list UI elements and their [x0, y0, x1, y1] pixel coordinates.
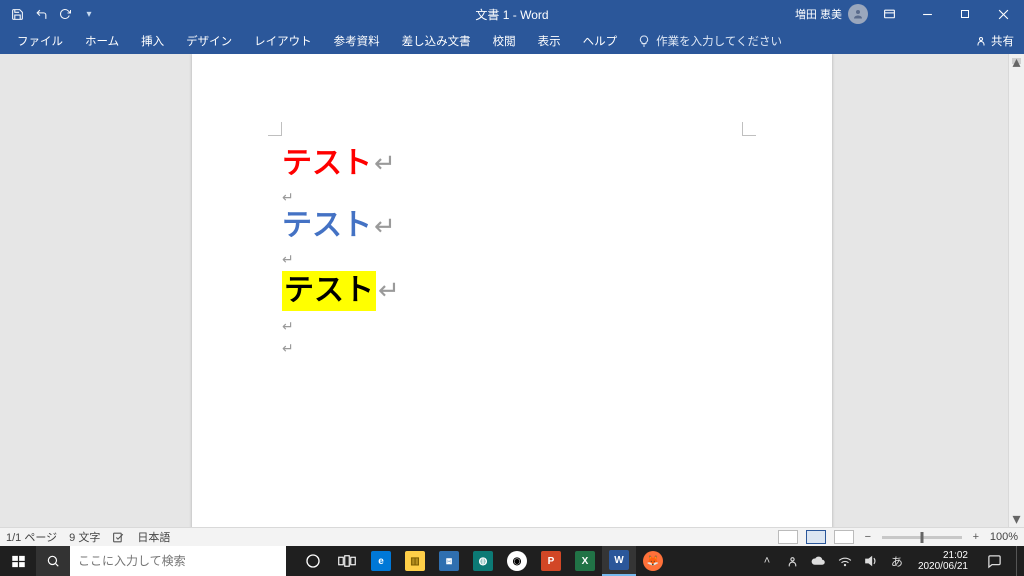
ime-indicator[interactable]: あ — [888, 553, 906, 570]
tab-help[interactable]: ヘルプ — [572, 28, 629, 54]
action-center-icon[interactable] — [980, 546, 1008, 576]
taskbar-search-input[interactable] — [70, 546, 286, 576]
tab-layout[interactable]: レイアウト — [243, 28, 323, 54]
tab-mailings[interactable]: 差し込み文書 — [391, 28, 482, 54]
zoom-in-icon[interactable]: + — [970, 531, 982, 543]
avatar-icon[interactable] — [848, 4, 868, 24]
tray-onedrive-icon[interactable] — [810, 556, 828, 566]
paragraph-mark-icon: ↵ — [374, 148, 396, 179]
close-icon[interactable] — [986, 0, 1020, 28]
margin-corner-icon — [268, 122, 282, 136]
spellcheck-icon[interactable] — [112, 531, 125, 544]
tray-date: 2020/06/21 — [918, 561, 968, 572]
taskbar-apps: e ▥ ⧈ ◍ ◉ P X W 🦊 — [296, 546, 670, 576]
margin-corner-icon — [742, 122, 756, 136]
app-word[interactable]: W — [602, 546, 636, 576]
view-print-layout[interactable] — [806, 530, 826, 544]
zoom-percent[interactable]: 100% — [990, 531, 1018, 543]
text-line[interactable]: テスト ↵ — [282, 146, 742, 182]
paragraph-mark-icon: ↵ — [282, 248, 742, 270]
search-icon — [36, 546, 70, 576]
system-tray: ˄ あ 21:02 2020/06/21 — [758, 546, 1024, 576]
taskview-icon[interactable] — [330, 546, 364, 576]
share-label: 共有 — [991, 33, 1014, 49]
redo-icon[interactable] — [54, 3, 76, 25]
tab-review[interactable]: 校閲 — [482, 28, 527, 54]
tab-design[interactable]: デザイン — [175, 28, 243, 54]
app-powerpoint[interactable]: P — [534, 546, 568, 576]
tell-me-placeholder: 作業を入力してください — [656, 33, 782, 49]
page[interactable]: テスト ↵ ↵ テスト ↵ ↵ テスト ↵ ↵ ↵ — [192, 54, 832, 527]
tell-me-search[interactable]: 作業を入力してください — [628, 33, 782, 49]
show-desktop[interactable] — [1016, 546, 1022, 576]
tab-insert[interactable]: 挿入 — [130, 28, 175, 54]
account-name[interactable]: 増田 恵美 — [795, 6, 842, 22]
text-line[interactable]: テスト ↵ — [282, 208, 742, 244]
windows-taskbar: e ▥ ⧈ ◍ ◉ P X W 🦊 ˄ あ 21:02 2020/06/21 — [0, 546, 1024, 576]
lightbulb-icon — [638, 35, 650, 47]
tray-volume-icon[interactable] — [862, 555, 880, 567]
tray-network-icon[interactable] — [836, 555, 854, 567]
tray-time: 21:02 — [918, 550, 968, 561]
scroll-down-icon[interactable]: ▾ — [1009, 511, 1024, 527]
view-read-mode[interactable] — [778, 530, 798, 544]
windows-icon — [11, 554, 26, 569]
titlebar: ▾ 文書 1 - Word 増田 恵美 — [0, 0, 1024, 28]
minimize-icon[interactable] — [910, 0, 944, 28]
app-edge[interactable]: e — [364, 546, 398, 576]
cortana-icon[interactable] — [296, 546, 330, 576]
language-indicator[interactable]: 日本語 — [137, 529, 170, 545]
ribbon-tabs: ファイル ホーム 挿入 デザイン レイアウト 参考資料 差し込み文書 校閲 表示… — [0, 28, 1024, 54]
zoom-slider[interactable] — [882, 536, 962, 539]
share-icon — [975, 35, 987, 47]
text-line[interactable]: テスト ↵ — [282, 271, 742, 311]
taskbar-search[interactable] — [36, 546, 286, 576]
document-title: 文書 1 - Word — [475, 6, 548, 23]
zoom-out-icon[interactable]: − — [862, 531, 874, 543]
paragraph-mark-icon: ↵ — [282, 337, 742, 359]
tray-people-icon[interactable] — [784, 555, 802, 568]
tab-view[interactable]: 表示 — [527, 28, 572, 54]
paragraph-mark-icon: ↵ — [282, 186, 742, 208]
scroll-up-icon[interactable]: ▴ — [1009, 54, 1024, 70]
start-button[interactable] — [0, 546, 36, 576]
document-body[interactable]: テスト ↵ ↵ テスト ↵ ↵ テスト ↵ ↵ ↵ — [282, 146, 742, 360]
app-excel[interactable]: X — [568, 546, 602, 576]
app-unknown[interactable]: ◍ — [466, 546, 500, 576]
zoom-slider-thumb[interactable] — [920, 532, 923, 543]
tab-home[interactable]: ホーム — [74, 28, 130, 54]
paragraph-mark-icon: ↵ — [378, 275, 400, 306]
undo-icon[interactable] — [30, 3, 52, 25]
page-indicator[interactable]: 1/1 ページ — [6, 529, 57, 545]
qat-customize-icon[interactable]: ▾ — [78, 3, 100, 25]
word-count[interactable]: 9 文字 — [69, 529, 100, 545]
paragraph-mark-icon: ↵ — [282, 315, 742, 337]
vertical-scrollbar[interactable]: ▴ ▾ — [1008, 54, 1024, 527]
maximize-icon[interactable] — [948, 0, 982, 28]
ribbon-display-options-icon[interactable] — [872, 0, 906, 28]
tray-clock[interactable]: 21:02 2020/06/21 — [914, 550, 972, 572]
text-run-blue: テスト — [282, 208, 372, 244]
paragraph-mark-icon: ↵ — [374, 211, 396, 242]
view-web-layout[interactable] — [834, 530, 854, 544]
tab-references[interactable]: 参考資料 — [323, 28, 391, 54]
tab-file[interactable]: ファイル — [6, 28, 74, 54]
document-workspace: テスト ↵ ↵ テスト ↵ ↵ テスト ↵ ↵ ↵ ▴ ▾ — [0, 54, 1024, 527]
tray-overflow-icon[interactable]: ˄ — [758, 555, 776, 567]
quick-access-toolbar: ▾ — [0, 3, 100, 25]
save-icon[interactable] — [6, 3, 28, 25]
app-store[interactable]: ⧈ — [432, 546, 466, 576]
app-chrome[interactable]: ◉ — [500, 546, 534, 576]
share-button[interactable]: 共有 — [975, 33, 1014, 49]
text-run-highlight: テスト — [282, 271, 376, 311]
text-run-red: テスト — [282, 146, 372, 182]
app-explorer[interactable]: ▥ — [398, 546, 432, 576]
statusbar: 1/1 ページ 9 文字 日本語 − + 100% — [0, 527, 1024, 546]
app-firefox[interactable]: 🦊 — [636, 546, 670, 576]
